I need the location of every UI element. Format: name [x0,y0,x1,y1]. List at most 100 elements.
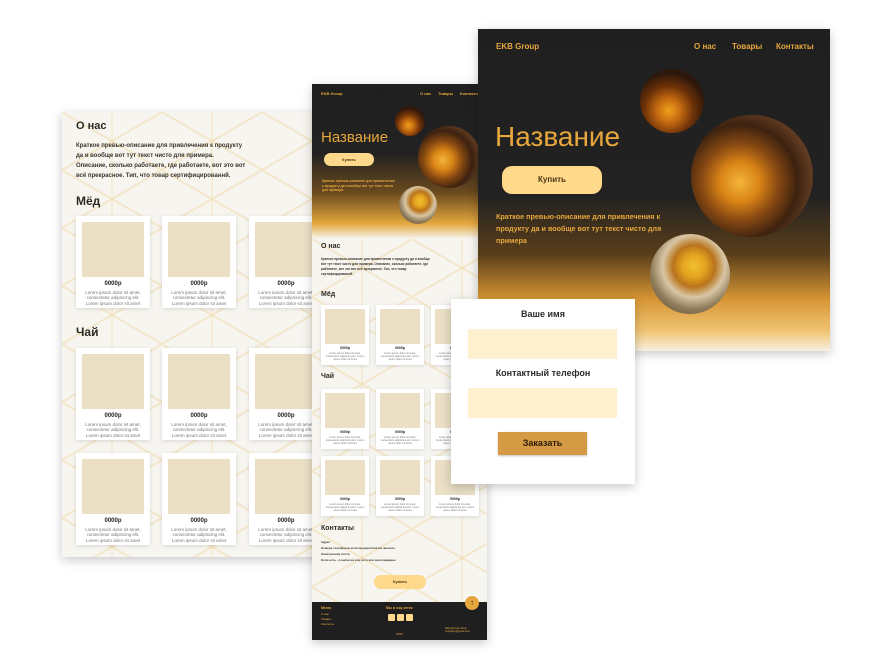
arrow-up-icon: ↑ [470,598,474,607]
footer-menu-item[interactable]: Товары [321,617,331,621]
right-hero-lead: Краткое превью-описание для привлечения … [496,212,662,245]
right-nav-products[interactable]: Товары [732,42,762,51]
name-label: Ваше имя [521,309,565,319]
product-image [255,459,317,514]
mid-footer: Меню О нас Товары Контакты Мы в соц сетя… [312,602,487,640]
product-description: Lorem ipsum dolor sit amet, consectetur … [325,436,365,446]
mid-product-card[interactable]: 0000р Lorem ipsum dolor sit amet, consect… [376,456,424,516]
product-price: 0000р [340,497,350,501]
scroll-to-top-button[interactable]: ↑ [465,596,479,610]
product-description: Lorem ipsum dolor sit amet, consectetur … [171,422,227,438]
order-submit-button[interactable]: Заказать [498,432,587,455]
mid-contact-line: Адрес [321,540,331,544]
left-honey-title: Мёд [76,194,101,208]
right-brand[interactable]: EKB Group [496,42,539,51]
mid-nav-contacts[interactable]: Контакты [460,91,479,96]
product-price: 0000р [340,430,350,434]
product-image [168,222,230,277]
product-image [380,460,420,495]
product-price: 0000р [190,413,208,419]
right-hero-title: Название [495,121,621,152]
product-price: 0000р [190,281,208,287]
mid-honey-photo-1 [395,106,425,136]
mid-contacts-buy-button[interactable]: Купить [374,575,426,589]
product-image [82,459,144,514]
footer-social-title: Мы в соц сетях [386,606,413,610]
product-price: 0000р [450,497,460,501]
mid-buy-button[interactable]: Купить [324,153,374,166]
phone-input[interactable] [468,388,617,418]
product-description: Lorem ipsum dolor sit amet, consectetur … [380,436,420,446]
product-price: 0000р [104,281,122,287]
footer-menu-item[interactable]: О нас [321,612,329,616]
product-description: Lorem ipsum dolor sit amet, consectetur … [85,527,141,543]
product-description: Lorem ipsum dolor sit amet, consectetur … [171,527,227,543]
left-page-mockup: О нас Краткое превью-описание для привле… [62,112,325,557]
right-nav-about[interactable]: О нас [694,42,716,51]
mid-contact-line: Электронная почта [321,552,350,556]
social-icon[interactable] [397,614,404,621]
mid-honey-photo-3 [399,186,437,224]
product-price: 0000р [104,413,122,419]
product-price: 0000р [104,518,122,524]
footer-credits: Разработка сайта: company@gmail.com [445,627,470,634]
footer-menu-item[interactable]: Контакты [321,622,334,626]
mid-product-card[interactable]: 0000р Lorem ipsum dolor sit amet, consect… [376,389,424,449]
mid-nav-products[interactable]: Товары [438,91,453,96]
product-image [380,309,420,344]
mid-tea-title: Чай [321,373,335,380]
product-image [325,309,365,344]
product-image [82,222,144,277]
name-input[interactable] [468,329,617,359]
product-image [255,354,317,409]
footer-year: 2022 [396,632,403,636]
product-description: Lorem ipsum dolor sit amet, consectetur … [325,352,365,362]
mid-contact-line: Номера телефонов если предполагается зво… [321,546,396,550]
mid-about-text: Краткое превью-описание для привлечения … [321,257,430,277]
left-about-title: О нас [76,120,107,132]
mid-product-card[interactable]: 0000р Lorem ipsum dolor sit amet, consect… [376,305,424,365]
mid-hero-lead: Краткое превью-описание для привлечения … [322,179,395,193]
product-description: Lorem ipsum dolor sit amet, consectetur … [380,352,420,362]
left-product-card[interactable]: 0000р Lorem ipsum dolor sit amet, consect… [162,216,236,308]
product-price: 0000р [340,346,350,350]
product-price: 0000р [395,497,405,501]
social-icon[interactable] [388,614,395,621]
product-description: Lorem ipsum dolor sit amet, consectetur … [258,422,314,438]
mid-product-card[interactable]: 0000р Lorem ipsum dolor sit amet, consect… [321,305,369,365]
footer-menu-title: Меню [321,606,331,610]
product-description: Lorem ipsum dolor sit amet, consectetur … [435,503,475,513]
right-buy-button[interactable]: Купить [502,166,602,194]
product-description: Lorem ipsum dolor sit amet, consectetur … [380,503,420,513]
product-image [325,460,365,495]
mid-contacts-title: Контакты [321,525,355,532]
left-product-card[interactable]: 0000р Lorem ipsum dolor sit amet, consect… [162,348,236,440]
mid-honey-title: Мёд [321,291,336,298]
mid-product-card[interactable]: 0000р Lorem ipsum dolor sit amet, consect… [321,456,369,516]
mid-honey-photo-2 [418,126,480,188]
product-price: 0000р [190,518,208,524]
left-about-text: Краткое превью-описание для привлечения … [76,143,246,179]
product-image [255,222,317,277]
product-description: Lorem ipsum dolor sit amet, consectetur … [85,422,141,438]
product-image [168,459,230,514]
left-product-card[interactable]: 0000р Lorem ipsum dolor sit amet, consect… [76,348,150,440]
social-icon[interactable] [406,614,413,621]
mid-brand[interactable]: EKB Group [321,91,343,96]
left-product-card[interactable]: 0000р Lorem ipsum dolor sit amet, consect… [76,216,150,308]
mid-nav-about[interactable]: О нас [420,91,431,96]
product-description: Lorem ipsum dolor sit amet, consectetur … [171,290,227,306]
right-nav-contacts[interactable]: Контакты [776,42,814,51]
order-form: Ваше имя Контактный телефон Заказать [451,299,635,484]
product-description: Lorem ipsum dolor sit amet, consectetur … [85,290,141,306]
product-image [82,354,144,409]
canvas: О нас Краткое превью-описание для привле… [0,0,892,670]
right-honey-photo-1 [640,69,704,133]
right-honey-photo-2 [691,115,813,237]
mid-contact-line: Если есть - ссылки на соц сети или мессе… [321,558,396,562]
product-price: 0000р [395,346,405,350]
mid-product-card[interactable]: 0000р Lorem ipsum dolor sit amet, consect… [321,389,369,449]
left-product-card[interactable]: 0000р Lorem ipsum dolor sit amet, consect… [76,453,150,545]
left-product-card[interactable]: 0000р Lorem ipsum dolor sit amet, consect… [162,453,236,545]
left-tea-title: Чай [76,325,99,339]
